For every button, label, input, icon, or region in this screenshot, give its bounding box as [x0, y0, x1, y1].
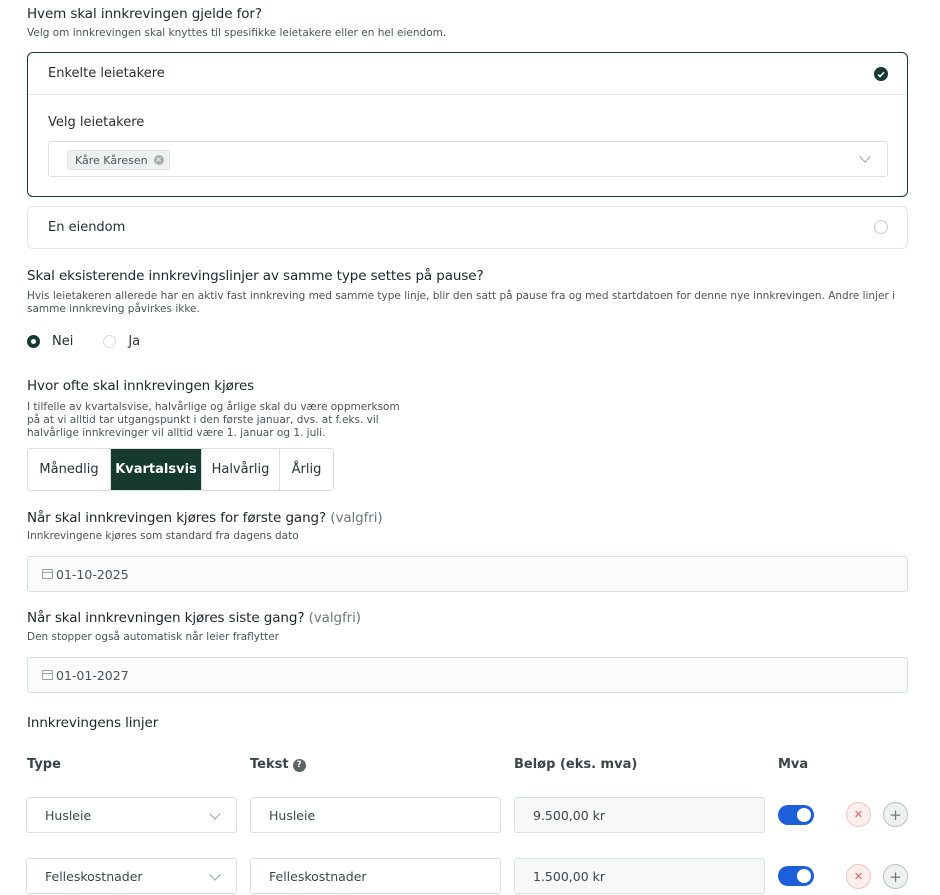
pause-title: Skal eksisterende innkrevingslinjer av s…: [27, 268, 484, 284]
checkmark-icon: [874, 67, 888, 81]
delete-line-icon[interactable]: ✕: [846, 864, 871, 889]
frequency-yearly[interactable]: Årlig: [280, 449, 333, 490]
col-text-header-label: Tekst: [250, 757, 289, 772]
option-card-property[interactable]: En eiendom: [27, 206, 908, 249]
line-text-input[interactable]: Felleskostnader: [250, 858, 501, 894]
line-type-value: Felleskostnader: [45, 868, 143, 884]
radio-icon[interactable]: [874, 220, 888, 234]
add-line-icon[interactable]: +: [883, 864, 908, 889]
add-line-icon[interactable]: +: [883, 802, 908, 827]
first-run-title: Når skal innkrevingen kjøres for første …: [27, 510, 383, 526]
frequency-monthly[interactable]: Månedlig: [28, 449, 111, 490]
line-amount-value: 1.500,00 kr: [533, 868, 606, 884]
last-run-date-value: 01-01-2027: [56, 667, 129, 683]
radio-no[interactable]: [27, 335, 40, 348]
line-amount-input[interactable]: 9.500,00 kr: [514, 797, 765, 833]
last-run-title: Når skal innkrevningen kjøres siste gang…: [27, 610, 361, 626]
col-amount-header: Beløp (eks. mva): [514, 757, 638, 772]
line-text-value: Husleie: [269, 807, 316, 823]
first-run-description: Innkrevingene kjøres som standard fra da…: [27, 530, 299, 542]
radio-no-label[interactable]: Nei: [52, 334, 73, 349]
chevron-down-icon: [209, 808, 221, 820]
pause-radio-group: Nei Ja: [27, 334, 140, 349]
vat-toggle[interactable]: [778, 805, 814, 825]
line-type-select[interactable]: Felleskostnader: [26, 858, 237, 894]
who-title: Hvem skal innkrevingen gjelde for?: [27, 6, 262, 22]
lines-title: Innkrevingens linjer: [27, 715, 159, 731]
line-type-select[interactable]: Husleie: [26, 797, 237, 833]
select-tenants-label: Velg leietakere: [48, 115, 145, 130]
radio-yes[interactable]: [103, 335, 117, 348]
frequency-quarterly[interactable]: Kvartalsvis: [111, 449, 202, 490]
chevron-down-icon[interactable]: [859, 151, 871, 163]
vat-toggle[interactable]: [778, 866, 814, 886]
last-run-title-text: Når skal innkrevningen kjøres siste gang…: [27, 610, 305, 626]
option-tenants-label: Enkelte leietakere: [48, 66, 165, 81]
tenant-multiselect[interactable]: Kåre Kåresen ×: [48, 141, 888, 177]
who-description: Velg om innkrevingen skal knyttes til sp…: [27, 27, 447, 39]
line-type-value: Husleie: [45, 807, 92, 823]
line-amount-value: 9.500,00 kr: [533, 807, 606, 823]
first-run-date-input[interactable]: 01-10-2025: [27, 556, 908, 592]
delete-line-icon[interactable]: ✕: [846, 802, 871, 827]
card-divider: [28, 94, 907, 95]
first-run-title-text: Når skal innkrevingen kjøres for første …: [27, 510, 327, 526]
option-property-label: En eiendom: [48, 220, 126, 235]
remove-chip-icon[interactable]: ×: [153, 155, 164, 165]
tenant-chip: Kåre Kåresen ×: [67, 150, 170, 170]
tenant-chip-label: Kåre Kåresen: [75, 153, 148, 167]
frequency-description: I tilfelle av kvartalsvise, halvårlige o…: [27, 401, 400, 439]
line-text-input[interactable]: Husleie: [250, 797, 501, 833]
last-run-description: Den stopper også automatisk når leier fr…: [27, 631, 279, 643]
col-type-header: Type: [27, 757, 61, 772]
frequency-segmented-control: Månedlig Kvartalsvis Halvårlig Årlig: [27, 448, 334, 491]
help-icon[interactable]: ?: [292, 758, 306, 772]
col-text-header: Tekst?: [250, 757, 306, 772]
last-run-date-input[interactable]: 01-01-2027: [27, 657, 908, 693]
chevron-down-icon: [209, 869, 221, 881]
first-run-date-value: 01-10-2025: [56, 566, 129, 582]
line-text-value: Felleskostnader: [269, 868, 367, 884]
frequency-title: Hvor ofte skal innkrevingen kjøres: [27, 378, 255, 394]
first-run-optional: (valgfri): [330, 510, 383, 526]
col-vat-header: Mva: [778, 757, 809, 772]
calendar-icon: [42, 569, 53, 579]
calendar-icon: [42, 670, 53, 680]
pause-description: Hvis leietakeren allerede har en aktiv f…: [27, 290, 896, 315]
frequency-halfyearly[interactable]: Halvårlig: [202, 449, 280, 490]
line-amount-input[interactable]: 1.500,00 kr: [514, 858, 765, 894]
radio-yes-label[interactable]: Ja: [128, 334, 140, 349]
last-run-optional: (valgfri): [308, 610, 361, 626]
option-card-tenants[interactable]: Enkelte leietakere Velg leietakere Kåre …: [27, 52, 908, 197]
